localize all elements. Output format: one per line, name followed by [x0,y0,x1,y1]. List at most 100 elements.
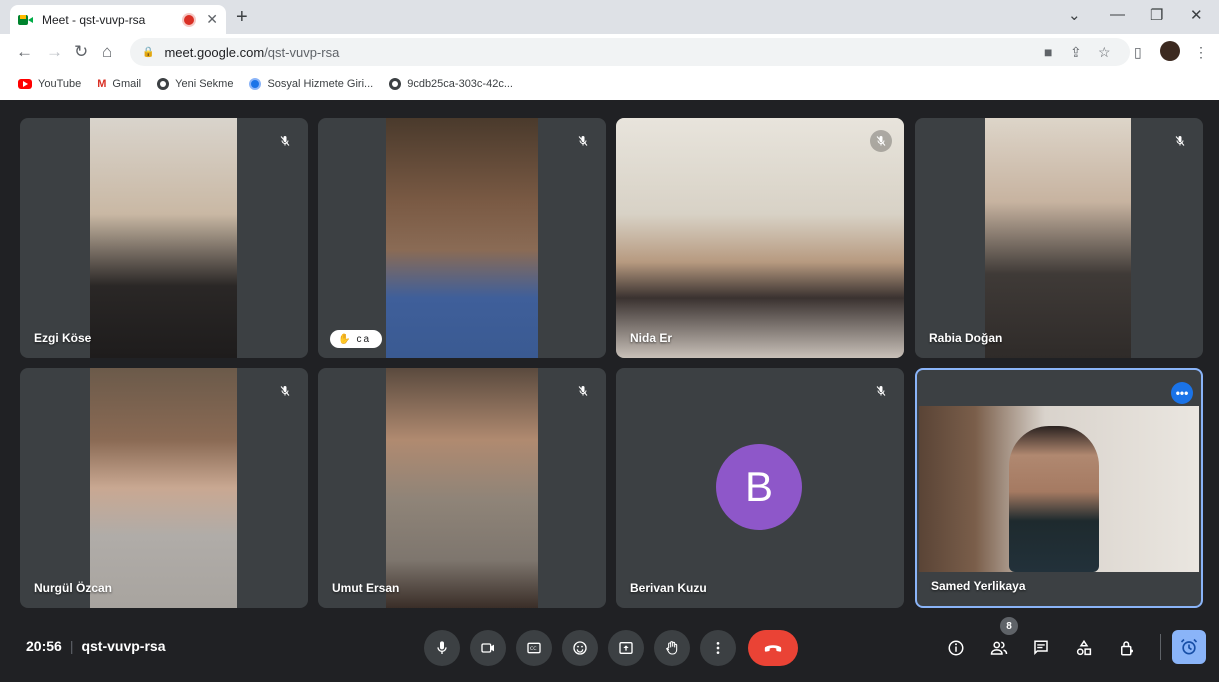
forward-icon[interactable]: → [46,42,63,62]
globe-icon [157,78,170,90]
close-tab-icon[interactable]: ✕ [206,11,218,28]
participant-video [90,118,237,358]
tab-meet[interactable]: Meet - qst-vuvp-rsa ✕ [10,5,226,34]
participant-name: Ezgi Köse [34,331,92,345]
raise-hand-button[interactable] [654,630,690,666]
captions-button[interactable]: CC [516,630,552,666]
minimize-button[interactable]: — [1110,6,1125,23]
tab-bar: Meet - qst-vuvp-rsa ✕ + ⌄ — ❐ ✕ [0,0,1219,34]
more-options-button[interactable] [700,630,736,666]
lock-icon[interactable]: 🔒 [142,47,154,58]
host-controls-button[interactable] [1117,638,1137,658]
participant-name: Nurgül Özcan [34,581,113,595]
emoji-button[interactable] [562,630,598,666]
more-options-icon[interactable]: ••• [1171,382,1193,404]
camera-button[interactable] [470,630,506,666]
bookmarks-bar: YouTube M Gmail Yeni Sekme Sosyal Hizmete… [0,70,1219,98]
bookmark-label: Yeni Sekme [175,78,234,90]
people-icon [990,641,1008,655]
back-icon[interactable]: ← [16,42,33,62]
more-vert-icon [716,642,720,654]
people-button[interactable] [989,638,1009,658]
bookmark-sosyal-hizmete[interactable]: Sosyal Hizmete Giri... [249,78,373,90]
activities-button[interactable] [1074,638,1094,658]
meet-icon [18,13,34,27]
bookmark-9cdb25ca[interactable]: 9cdb25ca-303c-42c... [389,78,513,90]
sgk-icon [249,78,262,90]
participant-name: Rabia Doğan [929,331,1003,345]
participant-name: Samed Yerlikaya [931,579,1026,593]
participant-tile[interactable]: Nida Er [616,118,904,358]
profile-avatar[interactable] [1160,41,1180,61]
participant-tile[interactable]: ✋ ca [318,118,606,358]
bookmark-youtube[interactable]: YouTube [18,78,81,90]
participant-tile[interactable]: B Berivan Kuzu [616,368,904,608]
participant-name: Umut Ersan [332,581,400,595]
person-silhouette [1009,426,1099,572]
browser-chrome: Meet - qst-vuvp-rsa ✕ + ⌄ — ❐ ✕ ← → ↻ ⌂ … [0,0,1219,100]
tab-search-icon[interactable]: ⌄ [1068,6,1081,24]
participant-tile[interactable]: Umut Ersan [318,368,606,608]
activities-icon [1076,639,1092,656]
microphone-button[interactable] [424,630,460,666]
present-button[interactable] [608,630,644,666]
reload-icon[interactable]: ↻ [74,42,88,62]
chat-icon [1034,640,1048,656]
participant-video [616,118,904,358]
star-icon[interactable]: ☆ [1098,44,1111,61]
mic-off-icon [274,380,296,402]
bookmark-label: YouTube [38,78,82,90]
url-path: /qst-vuvp-rsa [264,44,340,60]
meeting-time: 20:56 [26,638,62,654]
emoji-icon [573,641,587,655]
recording-icon [184,14,195,25]
avatar: B [716,444,802,530]
bookmark-gmail[interactable]: M Gmail [97,78,141,90]
meeting-details-button[interactable] [946,638,966,658]
bookmark-label: Gmail [112,78,142,90]
gmail-icon: M [97,78,107,90]
meeting-info: 20:56 | qst-vuvp-rsa [26,638,166,654]
globe-icon [389,78,402,90]
participant-name: Berivan Kuzu [630,581,707,595]
participant-tile[interactable]: Ezgi Köse [20,118,308,358]
people-count-badge: 8 [1000,617,1018,635]
captions-icon: CC [527,642,541,654]
lock-person-icon [1121,641,1133,656]
bookmark-yeni-sekme[interactable]: Yeni Sekme [157,78,233,90]
alarm-icon [1180,638,1198,655]
leave-call-button[interactable] [748,630,798,666]
participant-tile[interactable]: Nurgül Özcan [20,368,308,608]
participant-name: Nida Er [630,331,673,345]
tab-title: Meet - qst-vuvp-rsa [42,12,146,27]
new-tab-button[interactable]: + [236,6,248,29]
alarm-button[interactable] [1172,630,1206,664]
home-icon[interactable]: ⌂ [102,42,112,62]
participant-tile[interactable]: Rabia Doğan [915,118,1203,358]
url-domain: meet.google.com [164,44,265,60]
mic-off-icon [572,380,594,402]
menu-icon[interactable]: ⋮ [1194,44,1208,61]
side-panel-icon[interactable]: ▯ [1134,44,1142,61]
mic-off-icon [572,130,594,152]
mic-off-icon [1169,130,1191,152]
self-tile[interactable]: ••• Samed Yerlikaya [915,368,1203,608]
camera-icon[interactable]: ■ [1044,44,1052,60]
self-video [919,406,1199,572]
close-window-button[interactable]: ✕ [1190,6,1203,24]
address-bar[interactable]: 🔒 meet.google.com/qst-vuvp-rsa [130,38,1130,66]
participant-video [985,118,1131,358]
camera-icon [481,643,494,653]
bookmark-label: 9cdb25ca-303c-42c... [407,78,513,90]
chat-button[interactable] [1031,638,1051,658]
share-icon[interactable]: ⇪ [1070,44,1082,61]
divider [1160,634,1161,660]
microphone-icon [437,641,447,654]
restore-button[interactable]: ❐ [1150,6,1163,24]
hand-icon: ✋ [338,333,353,345]
mic-off-icon [870,380,892,402]
chip-label: ca [356,333,372,345]
mic-off-icon [870,130,892,152]
participant-video [386,368,538,608]
control-bar: 20:56 | qst-vuvp-rsa CC [0,612,1219,682]
